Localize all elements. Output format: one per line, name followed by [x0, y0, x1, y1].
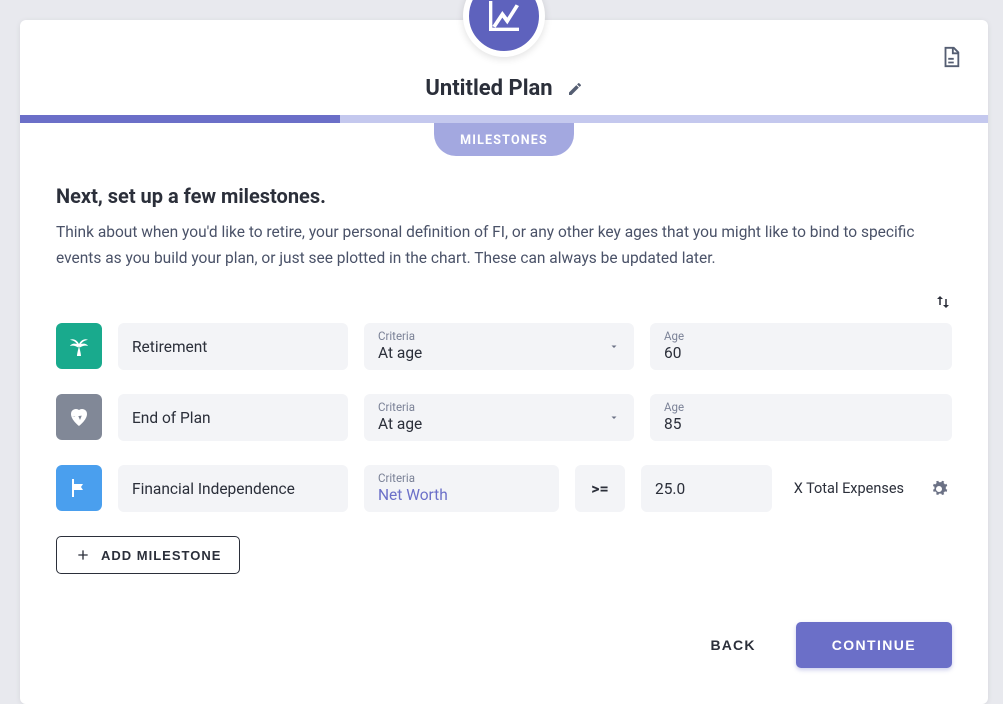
heart-pulse-icon[interactable]: [56, 394, 102, 440]
add-milestone-button[interactable]: ADD MILESTONE: [56, 536, 240, 574]
field-label: Age: [664, 400, 938, 414]
chevron-down-icon: [608, 337, 620, 356]
criteria-select[interactable]: Criteria Net Worth: [364, 465, 559, 512]
back-button[interactable]: BACK: [710, 637, 755, 653]
age-input[interactable]: Age 85: [650, 394, 952, 441]
field-label: Criteria: [378, 400, 620, 414]
milestone-name[interactable]: Retirement: [118, 323, 348, 370]
progress-fill: [20, 115, 340, 123]
tab-milestones[interactable]: MILESTONES: [434, 123, 574, 156]
sort-icon[interactable]: [934, 293, 952, 315]
field-value: 85: [664, 415, 938, 433]
operator-box[interactable]: >=: [575, 465, 625, 512]
content: Next, set up a few milestones. Think abo…: [20, 156, 988, 704]
chart-circle-icon: [463, 0, 545, 57]
field-value: Net Worth: [378, 486, 545, 504]
milestone-name[interactable]: Financial Independence: [118, 465, 348, 512]
flag-icon[interactable]: [56, 465, 102, 511]
sort-row: [56, 293, 952, 315]
milestone-name[interactable]: End of Plan: [118, 394, 348, 441]
header-icon-wrap: [463, 0, 545, 57]
amount-input[interactable]: 25.0: [641, 465, 772, 512]
section-heading: Next, set up a few milestones.: [56, 184, 952, 208]
milestone-row: Retirement Criteria At age Age 60: [56, 323, 952, 370]
section-tabs: MILESTONES: [20, 123, 988, 156]
criteria-select[interactable]: Criteria At age: [364, 394, 634, 441]
palm-tree-icon[interactable]: [56, 323, 102, 369]
criteria-select[interactable]: Criteria At age: [364, 323, 634, 370]
field-value: 60: [664, 344, 938, 362]
continue-button[interactable]: CONTINUE: [796, 622, 952, 668]
multiplier-suffix: X Total Expenses: [788, 465, 910, 512]
plan-card: Untitled Plan MILESTONES Next, set up a …: [20, 20, 988, 704]
plan-title: Untitled Plan: [425, 76, 552, 101]
field-label: Criteria: [378, 329, 620, 343]
progress-bar: [20, 115, 988, 123]
edit-icon[interactable]: [567, 81, 583, 101]
field-label: Age: [664, 329, 938, 343]
gear-icon[interactable]: [926, 465, 952, 512]
notes-icon[interactable]: [940, 46, 962, 68]
field-value: At age: [378, 344, 620, 362]
section-subheading: Think about when you'd like to retire, y…: [56, 220, 936, 271]
milestone-row: Financial Independence Criteria Net Wort…: [56, 465, 952, 512]
field-label: Criteria: [378, 471, 545, 485]
milestone-row: End of Plan Criteria At age Age 85: [56, 394, 952, 441]
field-value: At age: [378, 415, 620, 433]
plus-icon: [75, 547, 91, 563]
age-input[interactable]: Age 60: [650, 323, 952, 370]
footer-row: BACK CONTINUE: [56, 622, 952, 668]
chevron-down-icon: [608, 408, 620, 427]
field-value: 25.0: [655, 472, 758, 498]
